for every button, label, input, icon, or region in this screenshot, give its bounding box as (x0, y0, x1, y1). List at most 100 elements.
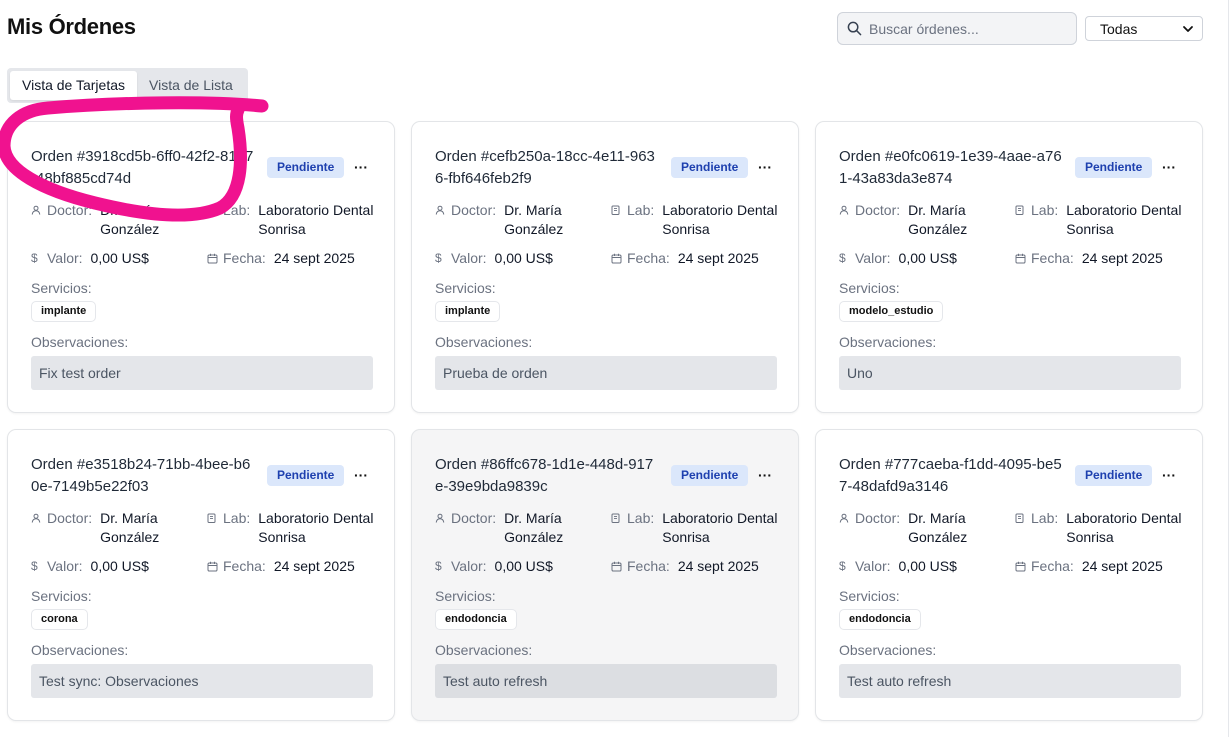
fecha-label: Fecha: (627, 250, 670, 266)
more-options-button[interactable]: ··· (754, 466, 776, 484)
doctor-field: Doctor: Dr. María González (435, 201, 579, 239)
valor-field: $ Valor: 0,00 US$ (435, 557, 553, 576)
fecha-value: 24 sept 2025 (677, 250, 759, 266)
status-badge: Pendiente (671, 465, 749, 486)
observaciones-value: Uno (839, 356, 1181, 390)
doctor-value: Dr. María González (504, 510, 564, 545)
valor-field: $ Valor: 0,00 US$ (839, 249, 957, 268)
lab-value: Laboratorio Dental Sonrisa (1066, 510, 1182, 545)
order-card[interactable]: Orden #777caeba-f1dd-4095-be57-48dafd9a3… (815, 429, 1203, 721)
dollar-icon: $ (435, 559, 442, 573)
lab-field: Lab: Laboratorio Dental Sonrisa (1015, 201, 1191, 239)
ellipsis-icon: ··· (1162, 159, 1176, 175)
calendar-icon (207, 249, 220, 267)
fecha-value: 24 sept 2025 (273, 250, 355, 266)
servicios-label: Servicios: (839, 588, 900, 604)
doctor-label: Doctor: (451, 510, 497, 526)
doctor-value: Dr. María González (908, 510, 968, 545)
lab-value: Laboratorio Dental Sonrisa (258, 510, 374, 545)
doctor-field: Doctor: Dr. María González (31, 509, 175, 547)
status-badge: Pendiente (267, 465, 345, 486)
order-card[interactable]: Orden #e3518b24-71bb-4bee-b60e-7149b5e22… (7, 429, 395, 721)
service-chip: implante (31, 301, 97, 322)
dollar-icon: $ (31, 251, 38, 265)
fecha-label: Fecha: (223, 558, 266, 574)
building-icon (611, 201, 624, 219)
observaciones-label: Observaciones: (31, 334, 129, 350)
calendar-icon (207, 557, 220, 575)
valor-label: Valor: (451, 250, 487, 266)
valor-label: Valor: (47, 558, 83, 574)
lab-label: Lab: (627, 510, 655, 526)
ellipsis-icon: ··· (758, 159, 772, 175)
status-filter-value: Todas (1100, 20, 1138, 37)
observaciones-label: Observaciones: (839, 334, 937, 350)
fecha-field: Fecha: 24 sept 2025 (1015, 249, 1163, 268)
valor-value: 0,00 US$ (90, 558, 149, 574)
order-card[interactable]: Orden #cefb250a-18cc-4e11-9636-fbf646feb… (411, 121, 799, 413)
service-chip: corona (31, 609, 88, 630)
building-icon (1015, 509, 1028, 527)
fecha-label: Fecha: (627, 558, 670, 574)
more-options-button[interactable]: ··· (1158, 158, 1180, 176)
doctor-label: Doctor: (451, 202, 497, 218)
status-filter-select[interactable]: Todas (1085, 16, 1203, 41)
lab-label: Lab: (1031, 510, 1059, 526)
observaciones-value: Test sync: Observaciones (31, 664, 373, 698)
doctor-value: Dr. María González (100, 202, 160, 237)
order-title: Orden #cefb250a-18cc-4e11-9636-fbf646feb… (435, 148, 655, 187)
ellipsis-icon: ··· (758, 467, 772, 483)
servicios-label: Servicios: (31, 588, 92, 604)
valor-label: Valor: (47, 250, 83, 266)
calendar-icon (611, 249, 624, 267)
order-title: Orden #e0fc0619-1e39-4aae-a761-43a83da3e… (839, 148, 1062, 187)
valor-field: $ Valor: 0,00 US$ (435, 249, 553, 268)
observaciones-value: Fix test order (31, 356, 373, 390)
fecha-value: 24 sept 2025 (1081, 558, 1163, 574)
valor-value: 0,00 US$ (494, 558, 553, 574)
service-chip: endodoncia (839, 609, 921, 630)
user-icon (31, 509, 44, 527)
more-options-button[interactable]: ··· (1158, 466, 1180, 484)
search-input[interactable] (869, 20, 1069, 37)
lab-value: Laboratorio Dental Sonrisa (662, 202, 778, 237)
order-title: Orden #e3518b24-71bb-4bee-b60e-7149b5e22… (31, 456, 251, 495)
observaciones-value: Test auto refresh (839, 664, 1181, 698)
chevron-down-icon (1183, 25, 1193, 32)
view-tabs: Vista de Tarjetas Vista de Lista (7, 68, 248, 103)
valor-field: $ Valor: 0,00 US$ (31, 249, 149, 268)
doctor-value: Dr. María González (100, 510, 160, 545)
lab-label: Lab: (627, 202, 655, 218)
doctor-label: Doctor: (855, 510, 901, 526)
more-options-button[interactable]: ··· (350, 466, 372, 484)
search-box[interactable] (837, 12, 1077, 45)
doctor-field: Doctor: Dr. María González (839, 509, 983, 547)
order-card[interactable]: Orden #e0fc0619-1e39-4aae-a761-43a83da3e… (815, 121, 1203, 413)
more-options-button[interactable]: ··· (754, 158, 776, 176)
status-badge: Pendiente (1075, 157, 1153, 178)
more-options-button[interactable]: ··· (350, 158, 372, 176)
user-icon (839, 509, 852, 527)
observaciones-label: Observaciones: (839, 642, 937, 658)
valor-value: 0,00 US$ (90, 250, 149, 266)
doctor-field: Doctor: Dr. María González (839, 201, 983, 239)
dollar-icon: $ (839, 251, 846, 265)
fecha-label: Fecha: (223, 250, 266, 266)
order-title: Orden #3918cd5b-6ff0-42f2-81b7-48bf885cd… (31, 148, 254, 187)
valor-field: $ Valor: 0,00 US$ (31, 557, 149, 576)
building-icon (611, 509, 624, 527)
user-icon (839, 201, 852, 219)
lab-value: Laboratorio Dental Sonrisa (258, 202, 374, 237)
lab-label: Lab: (1031, 202, 1059, 218)
servicios-label: Servicios: (435, 280, 496, 296)
order-title: Orden #777caeba-f1dd-4095-be57-48dafd9a3… (839, 456, 1062, 495)
order-card[interactable]: Orden #86ffc678-1d1e-448d-917e-39e9bda98… (411, 429, 799, 721)
order-card[interactable]: Orden #3918cd5b-6ff0-42f2-81b7-48bf885cd… (7, 121, 395, 413)
tab-card-view[interactable]: Vista de Tarjetas (10, 71, 137, 100)
doctor-label: Doctor: (855, 202, 901, 218)
doctor-label: Doctor: (47, 202, 93, 218)
observaciones-label: Observaciones: (435, 642, 533, 658)
servicios-label: Servicios: (839, 280, 900, 296)
tab-list-view[interactable]: Vista de Lista (137, 71, 245, 100)
fecha-value: 24 sept 2025 (677, 558, 759, 574)
